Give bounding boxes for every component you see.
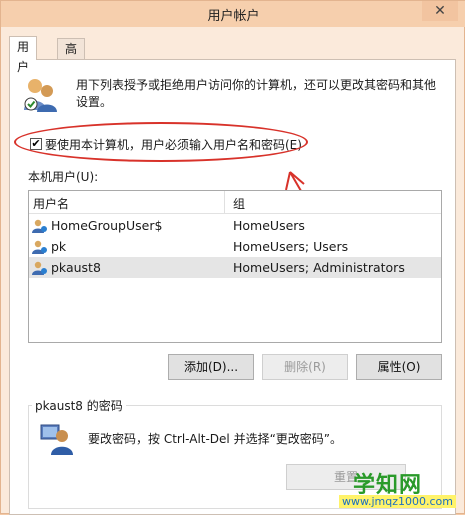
site-watermark: 学知网 www.jmqz1000.com [335,467,463,513]
user-icon [32,261,47,275]
column-separator[interactable] [224,191,225,213]
remove-user-button[interactable]: 删除(R) [262,354,348,380]
properties-button[interactable]: 属性(O) [356,354,442,380]
table-row[interactable]: pk HomeUsers; Users [29,236,441,257]
annotation-ellipse [14,122,308,162]
tab-advanced[interactable]: 高级 [57,38,86,76]
column-header-group[interactable]: 组 [233,195,245,212]
user-icon [32,240,47,254]
close-icon: ✕ [434,3,446,19]
password-group-title: pkaust8 的密码 [32,397,126,414]
users-list[interactable]: 用户名 组 HomeGroupUser$ HomeUsers pk HomeUs… [28,190,442,343]
window-title: 用户帐户 [207,9,260,24]
table-row[interactable]: HomeGroupUser$ HomeUsers [29,215,441,236]
close-button[interactable]: ✕ [422,1,458,21]
add-user-button[interactable]: 添加(D)... [168,354,254,380]
description-text: 用下列表授予或拒绝用户访问你的计算机，还可以更改其密码和其他设置。 [76,78,437,109]
list-header: 用户名 组 [29,191,441,214]
title-bar[interactable]: 用户帐户 ✕ [1,1,465,27]
user-accounts-window: 用户帐户 ✕ 用户 高级 用下列表授予或拒绝用户访问你的计算机，还可以更改其密码… [0,0,465,515]
tab-users-label: 用户 [17,40,30,74]
user-icon [32,219,47,233]
row-username: pk [51,239,67,254]
local-users-label: 本机用户(U): [28,170,99,184]
password-instruction: 要改密码，按 Ctrl-Alt-Del 并选择“更改密码”。 [88,432,343,446]
user-password-icon [40,424,73,455]
tab-users[interactable]: 用户 [9,36,38,74]
row-group: HomeUsers; Administrators [233,260,405,275]
column-header-username[interactable]: 用户名 [33,195,69,212]
users-icon [24,79,57,112]
users-tab-panel: 用下列表授予或拒绝用户访问你的计算机，还可以更改其密码和其他设置。 ✔ 要使用本… [9,59,456,515]
watermark-url: www.jmqz1000.com [339,495,456,508]
row-username: pkaust8 [51,260,101,275]
row-username: HomeGroupUser$ [51,218,163,233]
row-group: HomeUsers [233,218,305,233]
row-group: HomeUsers; Users [233,239,349,254]
table-row[interactable]: pkaust8 HomeUsers; Administrators [29,257,441,278]
